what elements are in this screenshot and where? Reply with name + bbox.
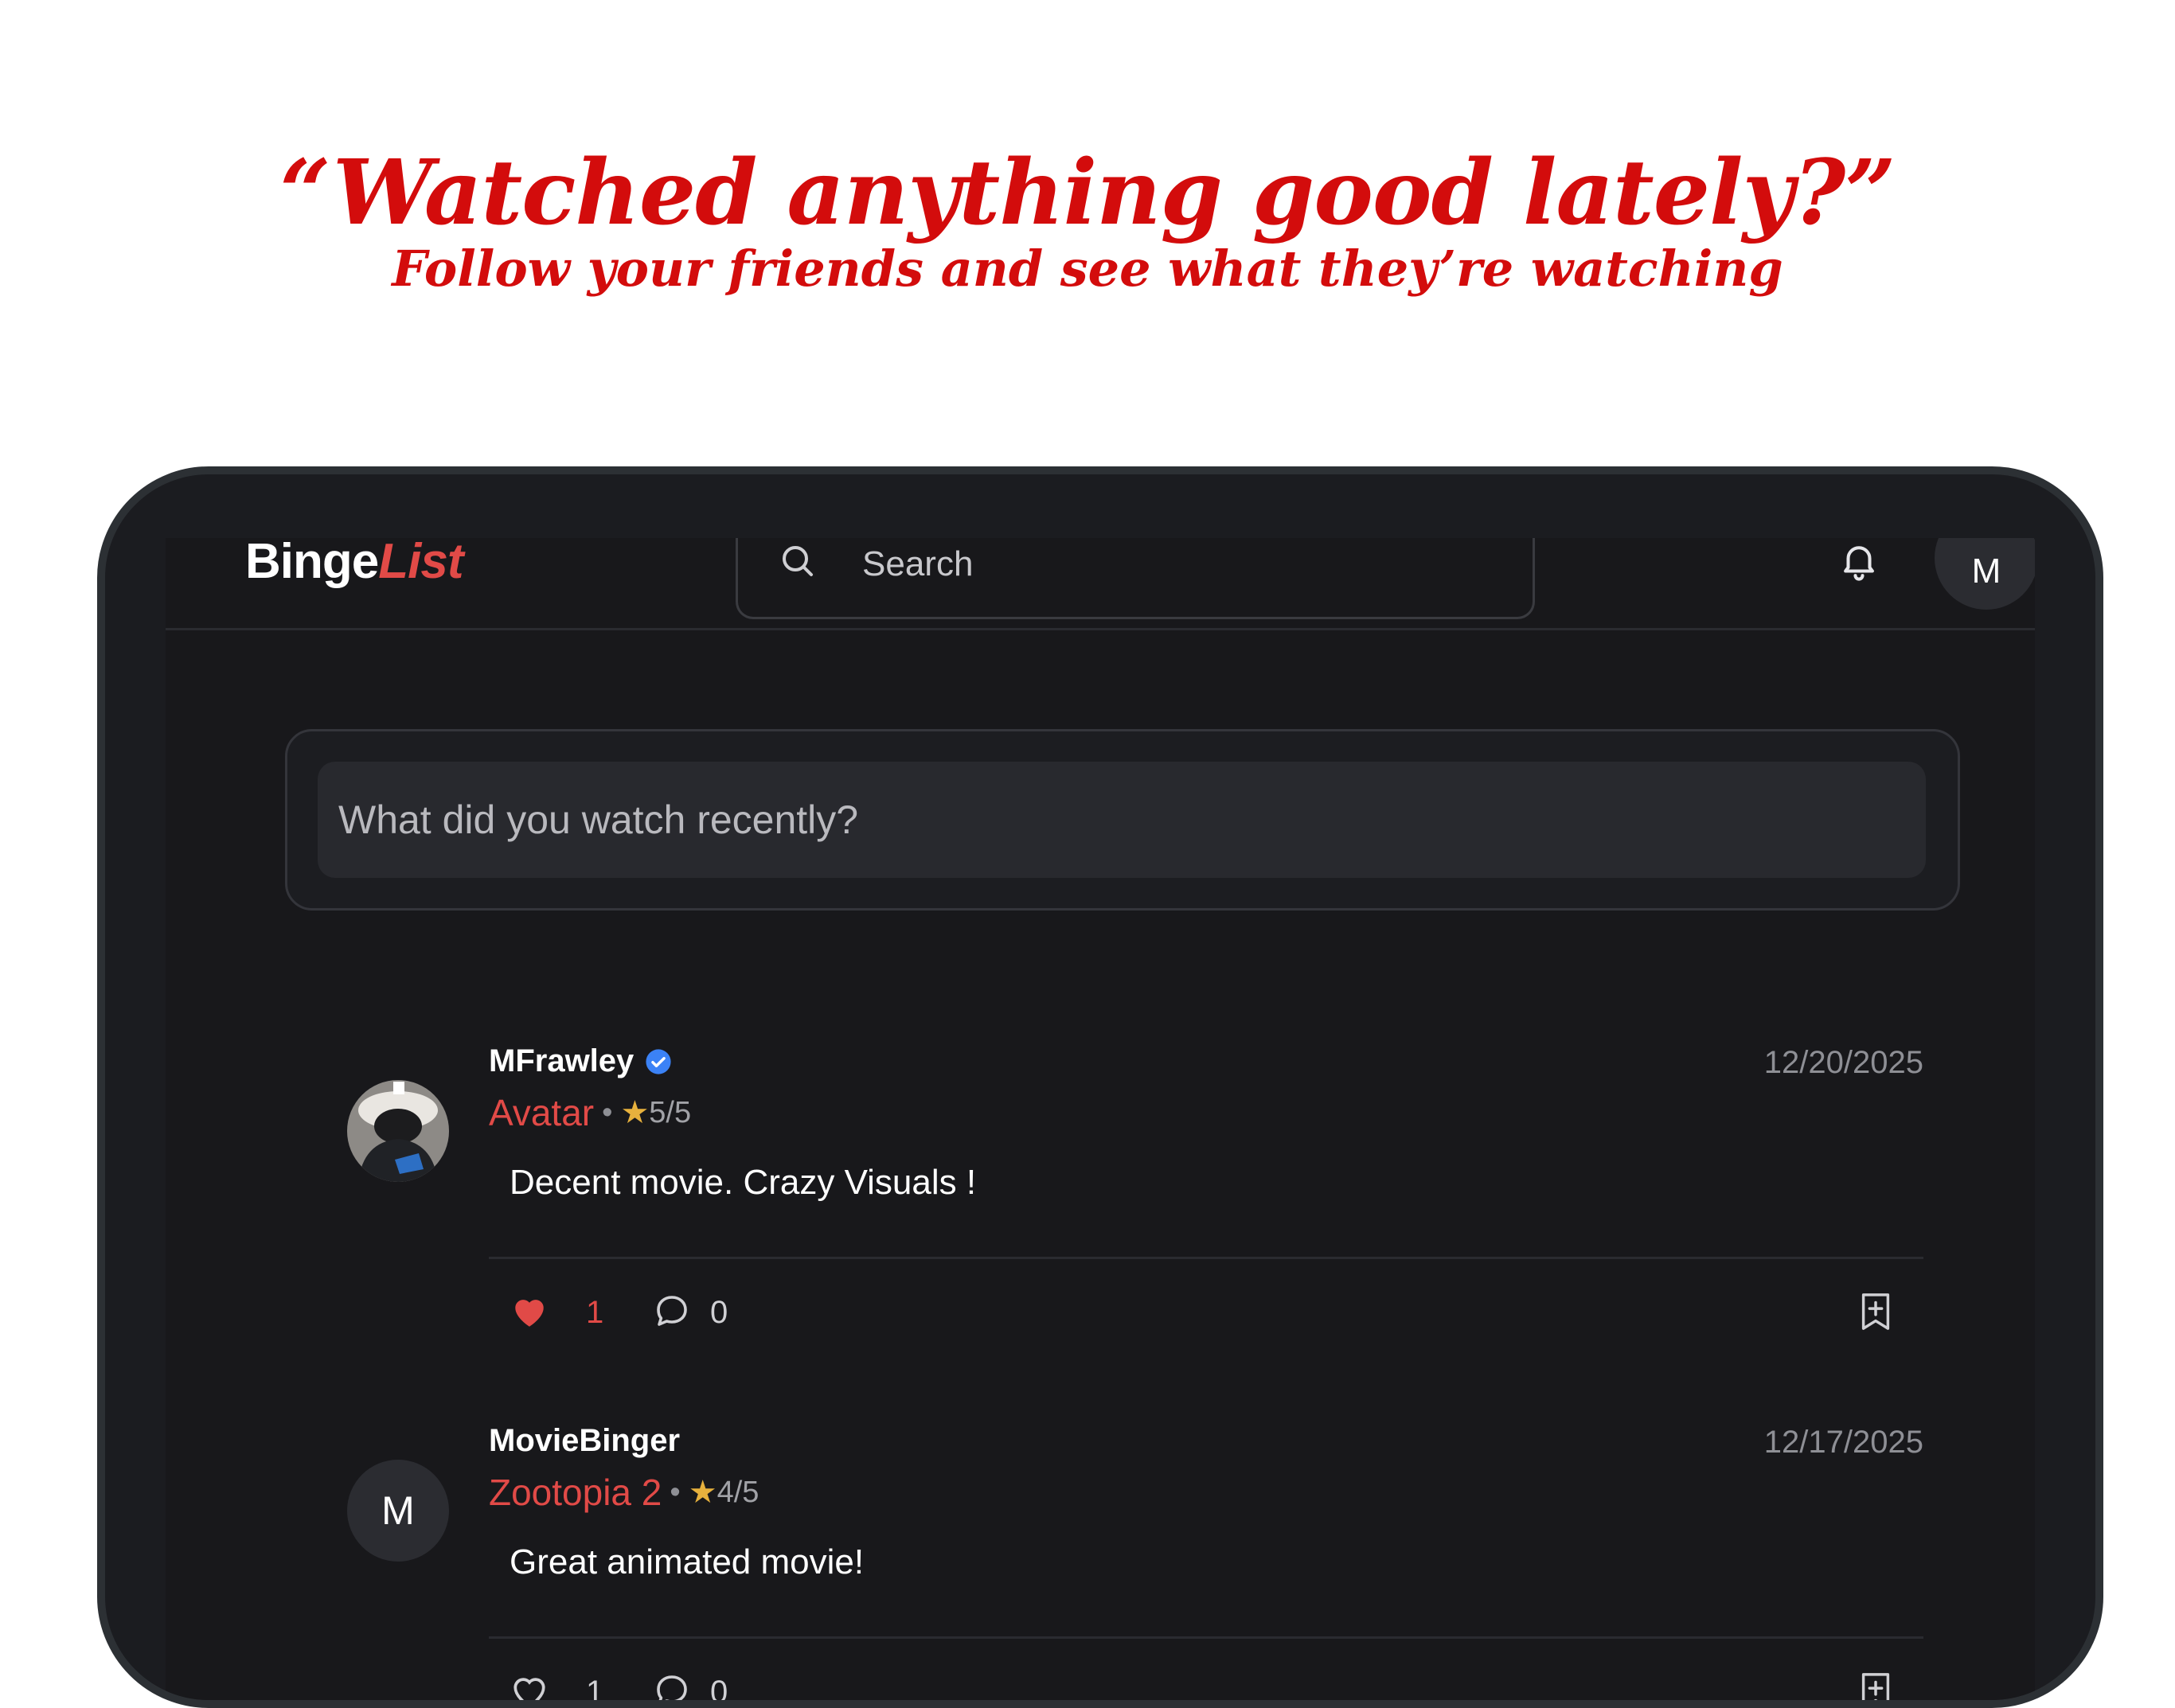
post-date: 12/20/2025 <box>1763 1045 1923 1080</box>
post-actions: 1 0 <box>510 1671 1923 1708</box>
top-bar: BingeList Search M <box>166 538 2035 630</box>
app-logo[interactable]: BingeList <box>245 538 463 590</box>
movie-line: Avatar • ★ 5/5 <box>489 1091 691 1134</box>
search-bar[interactable]: Search <box>736 538 1535 619</box>
bookmark-add-icon[interactable] <box>1858 1292 1893 1332</box>
avatar-photo-icon <box>347 1080 449 1182</box>
separator-dot: • <box>670 1475 681 1509</box>
logo-main: Binge <box>245 538 379 589</box>
star-icon: ★ <box>688 1475 717 1510</box>
like-count: 1 <box>586 1675 604 1708</box>
separator-dot: • <box>602 1095 613 1129</box>
headline-subtitle: Follow your friends and see what they’re… <box>392 240 1783 298</box>
comment-icon[interactable] <box>653 1671 691 1708</box>
app-screen: BingeList Search M What did you watch re… <box>166 538 2035 1708</box>
comment-count: 0 <box>710 1675 728 1708</box>
user-avatar-photo[interactable] <box>347 1080 449 1182</box>
comment-count: 0 <box>710 1295 728 1330</box>
post-actions: 1 0 <box>510 1292 1923 1339</box>
post-divider <box>489 1636 1923 1639</box>
verified-badge-icon <box>646 1048 671 1074</box>
username-text: MFrawley <box>489 1043 635 1078</box>
composer-card: What did you watch recently? <box>285 729 1960 911</box>
post-username[interactable]: MFrawley <box>489 1043 672 1079</box>
search-icon <box>783 546 813 576</box>
user-avatar-initial[interactable]: M <box>347 1460 449 1562</box>
username-text: MovieBinger <box>489 1423 681 1458</box>
post-text: Decent movie. Crazy Visuals ! <box>510 1163 977 1202</box>
headline-title: “Watched anything good lately?” <box>279 141 1896 245</box>
movie-title-link[interactable]: Avatar <box>489 1091 594 1134</box>
heart-filled-icon[interactable] <box>510 1292 549 1332</box>
bookmark-add-icon[interactable] <box>1858 1671 1893 1708</box>
watch-post-input[interactable]: What did you watch recently? <box>318 762 1926 878</box>
post-date: 12/17/2025 <box>1763 1425 1923 1460</box>
tablet-frame: BingeList Search M What did you watch re… <box>97 466 2103 1708</box>
like-count: 1 <box>586 1295 604 1330</box>
profile-avatar[interactable]: M <box>1935 538 2035 610</box>
search-label: Search <box>862 544 974 583</box>
logo-accent: List <box>378 538 463 589</box>
post-username[interactable]: MovieBinger <box>489 1423 680 1459</box>
post-rating: 4/5 <box>717 1475 759 1509</box>
movie-title-link[interactable]: Zootopia 2 <box>489 1471 662 1514</box>
heart-outline-icon[interactable] <box>510 1671 549 1708</box>
post-text: Great animated movie! <box>510 1542 865 1581</box>
post-divider <box>489 1257 1923 1259</box>
post-rating: 5/5 <box>649 1095 692 1129</box>
star-icon: ★ <box>620 1095 650 1130</box>
comment-icon[interactable] <box>653 1292 691 1330</box>
movie-line: Zootopia 2 • ★ 4/5 <box>489 1471 759 1514</box>
notification-bell-icon[interactable] <box>1837 538 1880 583</box>
